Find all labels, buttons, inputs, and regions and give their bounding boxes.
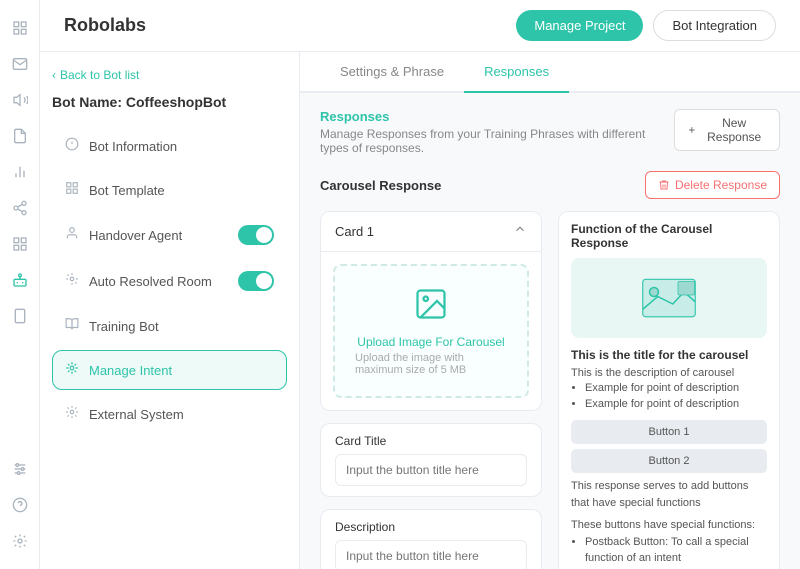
card-1-box: Card 1 — [320, 211, 542, 411]
bot-integration-button[interactable]: Bot Integration — [653, 10, 776, 41]
info-panel-title: Function of the Carousel Response — [571, 222, 767, 250]
left-column: Card 1 — [320, 211, 542, 569]
main-content: Robolabs Manage Project Bot Integration … — [40, 0, 800, 569]
settings-icon[interactable] — [4, 525, 36, 557]
upload-area[interactable]: Upload Image For Carousel Upload the ima… — [333, 264, 529, 398]
intent-icon — [65, 361, 79, 379]
description-field-group: Description — [320, 509, 542, 569]
document-icon[interactable] — [4, 120, 36, 152]
section-desc: Manage Responses from your Training Phra… — [320, 127, 674, 155]
handover-agent-toggle[interactable] — [238, 225, 274, 245]
chevron-left-icon: ‹ — [52, 68, 56, 82]
header-buttons: Manage Project Bot Integration — [516, 10, 776, 41]
sidebar-item-external-system[interactable]: External System — [52, 394, 287, 434]
preview-title: This is the title for the carousel — [571, 348, 767, 362]
sidebar-item-handover-agent[interactable]: Handover Agent — [52, 214, 287, 256]
trash-icon — [658, 179, 670, 191]
sidebar-item-bot-information[interactable]: Bot Information — [52, 126, 287, 166]
preview-desc: This is the description of carousel Exam… — [571, 366, 767, 412]
back-to-bot-link[interactable]: ‹ Back to Bot list — [52, 68, 287, 82]
info-text-1: This response serves to add buttons that… — [571, 478, 767, 511]
mail-icon[interactable] — [4, 48, 36, 80]
bot-panel: ‹ Back to Bot list Bot Name: CoffeeshopB… — [40, 52, 300, 569]
carousel-header: Carousel Response Delete Response — [320, 171, 780, 199]
sidebar-item-training-bot[interactable]: Training Bot — [52, 306, 287, 346]
agent-icon — [65, 226, 79, 244]
carousel-title: Carousel Response — [320, 178, 441, 193]
info-text-2: These buttons have special functions: Po… — [571, 517, 767, 569]
section-header: Responses Manage Responses from your Tra… — [320, 109, 780, 155]
info-icon — [65, 137, 79, 155]
bot-name: Bot Name: CoffeeshopBot — [52, 94, 287, 110]
app-logo: Robolabs — [64, 15, 146, 36]
home-icon[interactable] — [4, 12, 36, 44]
preview-button-2[interactable]: Button 2 — [571, 449, 767, 473]
description-label: Description — [335, 520, 527, 534]
page-body: ‹ Back to Bot list Bot Name: CoffeeshopB… — [40, 52, 800, 569]
right-panel: Settings & Phrase Responses Responses Ma… — [300, 52, 800, 569]
info-panel: Function of the Carousel Response — [558, 211, 780, 569]
auto-resolved-toggle[interactable] — [238, 271, 274, 291]
preview-bullet-2: Example for point of description — [585, 397, 767, 412]
content-grid: Card 1 — [320, 211, 780, 569]
plus-icon — [687, 124, 697, 136]
external-icon — [65, 405, 79, 423]
response-section: Responses Manage Responses from your Tra… — [300, 93, 800, 569]
megaphone-icon[interactable] — [4, 84, 36, 116]
auto-resolve-icon — [65, 272, 79, 290]
tab-bar: Settings & Phrase Responses — [300, 52, 800, 93]
card-header: Card 1 — [321, 212, 541, 252]
upload-icon — [413, 286, 449, 329]
icon-nav — [0, 0, 40, 569]
preview-button-1[interactable]: Button 1 — [571, 420, 767, 444]
card-1-title: Card 1 — [335, 224, 374, 239]
tab-responses[interactable]: Responses — [464, 52, 569, 93]
header: Robolabs Manage Project Bot Integration — [40, 0, 800, 52]
card-title-input[interactable] — [335, 454, 527, 486]
description-input[interactable] — [335, 540, 527, 569]
upload-subtext: Upload the image with maximum size of 5 … — [355, 352, 507, 376]
delete-response-button[interactable]: Delete Response — [645, 171, 780, 199]
preview-image-icon — [639, 273, 699, 323]
chevron-up-icon[interactable] — [513, 222, 527, 241]
card-title-label: Card Title — [335, 434, 527, 448]
question-icon[interactable] — [4, 489, 36, 521]
manage-project-button[interactable]: Manage Project — [516, 10, 643, 41]
share-icon[interactable] — [4, 192, 36, 224]
phone-icon[interactable] — [4, 300, 36, 332]
section-title: Responses — [320, 109, 674, 124]
sidebar-item-auto-resolved-room[interactable]: Auto Resolved Room — [52, 260, 287, 302]
carousel-preview — [571, 258, 767, 338]
training-icon — [65, 317, 79, 335]
grid-icon[interactable] — [4, 228, 36, 260]
template-icon — [65, 181, 79, 199]
card-title-field-group: Card Title — [320, 423, 542, 497]
bot-icon[interactable] — [4, 264, 36, 296]
upload-label: Upload Image For Carousel — [357, 335, 504, 349]
info-bullet-1: Postback Button: To call a special funct… — [585, 534, 767, 567]
new-response-button[interactable]: New Response — [674, 109, 780, 151]
chart-icon[interactable] — [4, 156, 36, 188]
sidebar-item-manage-intent[interactable]: Manage Intent — [52, 350, 287, 390]
sliders-icon[interactable] — [4, 453, 36, 485]
preview-bullet-1: Example for point of description — [585, 381, 767, 396]
sidebar-item-bot-template[interactable]: Bot Template — [52, 170, 287, 210]
tab-settings-phrase[interactable]: Settings & Phrase — [320, 52, 464, 93]
